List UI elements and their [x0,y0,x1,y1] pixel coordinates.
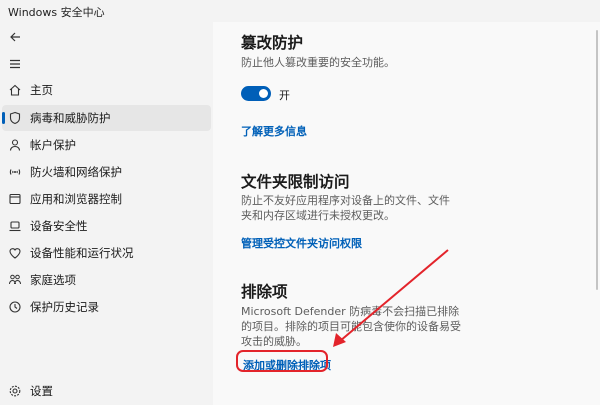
sidebar-item-firewall[interactable]: 防火墙和网络保护 [2,159,211,185]
sidebar-item-app-browser[interactable]: 应用和浏览器控制 [2,186,211,212]
title-bar: Windows 安全中心 [0,0,600,22]
sidebar-item-history[interactable]: 保护历史记录 [2,294,211,320]
controlled-folder-title: 文件夹限制访问 [241,173,350,191]
toggle-knob [259,89,268,98]
sidebar-item-label: 防火墙和网络保护 [30,165,122,179]
menu-icon[interactable] [8,56,22,70]
family-icon [8,273,22,287]
sidebar-item-device-health[interactable]: 设备性能和运行状况 [2,240,211,266]
learn-more-link[interactable]: 了解更多信息 [241,123,307,139]
exclusions-title: 排除项 [241,283,288,301]
tamper-protection-description: 防止他人篡改重要的安全功能。 [241,56,395,69]
sidebar-item-label: 帐户保护 [30,138,76,152]
sidebar-item-virus-protection[interactable]: 病毒和威胁防护 [2,105,211,131]
gear-icon [8,384,22,398]
sidebar-item-settings[interactable]: 设置 [2,378,211,404]
sidebar-item-label: 病毒和威胁防护 [30,111,111,125]
heart-icon [8,246,22,260]
sidebar-item-label: 应用和浏览器控制 [30,192,122,206]
main-content: 篡改防护 防止他人篡改重要的安全功能。 开 了解更多信息 文件夹限制访问 防止不… [213,22,600,405]
history-icon [8,300,22,314]
app-window-icon [8,192,22,206]
manage-controlled-folder-link[interactable]: 管理受控文件夹访问权限 [241,235,362,251]
sidebar-item-family[interactable]: 家庭选项 [2,267,211,293]
sidebar-item-account[interactable]: 帐户保护 [2,132,211,158]
sidebar-item-label: 家庭选项 [30,273,76,287]
sidebar-item-label: 主页 [30,83,53,97]
sidebar-item-label: 保护历史记录 [30,300,99,314]
sidebar-item-label: 设置 [30,384,53,398]
sidebar-item-label: 设备性能和运行状况 [30,246,134,260]
tamper-protection-title: 篡改防护 [241,34,304,52]
exclusions-description: Microsoft Defender 防病毒不会扫描已排除的项目。排除的项目可能… [241,305,461,348]
back-arrow-icon[interactable] [8,29,22,43]
person-icon [8,138,22,152]
tamper-protection-toggle[interactable] [241,86,271,101]
laptop-icon [8,219,22,233]
sidebar: 主页 病毒和威胁防护 帐户保护 防火墙和网络保护 应用和浏览器控制 设备安全性 [0,22,213,405]
sidebar-item-home[interactable]: 主页 [2,77,211,103]
toggle-state-label: 开 [279,89,290,102]
scrollbar[interactable] [596,30,598,290]
shield-icon [8,111,22,125]
sidebar-item-device-security[interactable]: 设备安全性 [2,213,211,239]
annotation-highlight-box [236,350,328,372]
window-title: Windows 安全中心 [8,6,105,19]
wifi-icon [8,165,22,179]
home-icon [8,83,22,97]
sidebar-item-label: 设备安全性 [30,219,88,233]
controlled-folder-description: 防止不友好应用程序对设备上的文件、文件夹和内存区域进行未授权更改。 [241,194,450,222]
